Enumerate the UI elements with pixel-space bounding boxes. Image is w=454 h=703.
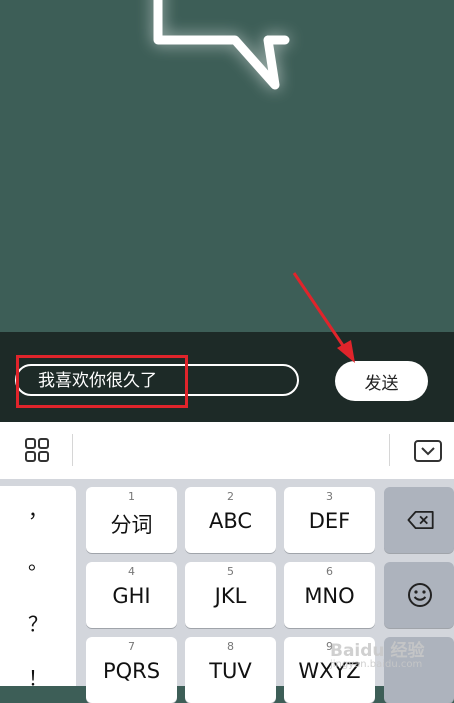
watermark-url: jingyan.baidu.com — [330, 659, 423, 670]
key-number: 5 — [227, 565, 234, 578]
backspace-icon — [407, 511, 434, 529]
backspace-button[interactable] — [384, 487, 454, 553]
key-label: 分词 — [110, 513, 153, 537]
punctuation-column[interactable]: ， 。 ？ ！ — [0, 486, 76, 690]
key-label: PQRS — [102, 659, 161, 683]
toolbar-divider — [72, 434, 73, 466]
key-2[interactable]: 2 ABC — [185, 487, 276, 553]
key-label: DEF — [308, 509, 351, 533]
punctuation-key[interactable]: ， — [0, 494, 76, 523]
key-number: 7 — [128, 640, 135, 653]
key-label: ABC — [208, 509, 253, 533]
emoji-icon — [408, 583, 432, 607]
keyboard-toolbar — [0, 422, 454, 480]
watermark-brand: Baidu 经验 — [330, 641, 425, 661]
video-area — [0, 0, 454, 332]
key-number: 8 — [227, 640, 234, 653]
key-6[interactable]: 6 MNO — [284, 562, 375, 628]
key-5[interactable]: 5 JKL — [185, 562, 276, 628]
emoji-button[interactable] — [384, 562, 454, 628]
punctuation-key[interactable]: ！ — [0, 662, 76, 691]
toolbar-divider — [389, 434, 390, 466]
key-4[interactable]: 4 GHI — [86, 562, 177, 628]
key-number: 2 — [227, 490, 234, 503]
keyboard-collapse-icon[interactable] — [414, 439, 442, 463]
key-number: 4 — [128, 565, 135, 578]
key-label: JKL — [214, 584, 247, 608]
send-button[interactable]: 发送 — [335, 361, 428, 401]
punctuation-key[interactable]: 。 — [0, 546, 76, 575]
key-7[interactable]: 7 PQRS — [86, 637, 177, 703]
key-number: 1 — [128, 490, 135, 503]
watermark: Baidu 经验 jingyan.baidu.com — [330, 636, 424, 670]
key-8[interactable]: 8 TUV — [185, 637, 276, 703]
key-1[interactable]: 1 分词 — [86, 487, 177, 553]
grid-icon[interactable] — [25, 438, 49, 462]
annotation-highlight-box — [16, 355, 188, 408]
key-label: GHI — [112, 584, 151, 608]
speech-bubble-icon — [153, 0, 290, 90]
key-label: MNO — [304, 584, 355, 608]
punctuation-key[interactable]: ？ — [0, 608, 76, 637]
key-number: 3 — [326, 490, 333, 503]
key-number: 6 — [326, 565, 333, 578]
key-label: TUV — [209, 659, 252, 683]
key-3[interactable]: 3 DEF — [284, 487, 375, 553]
